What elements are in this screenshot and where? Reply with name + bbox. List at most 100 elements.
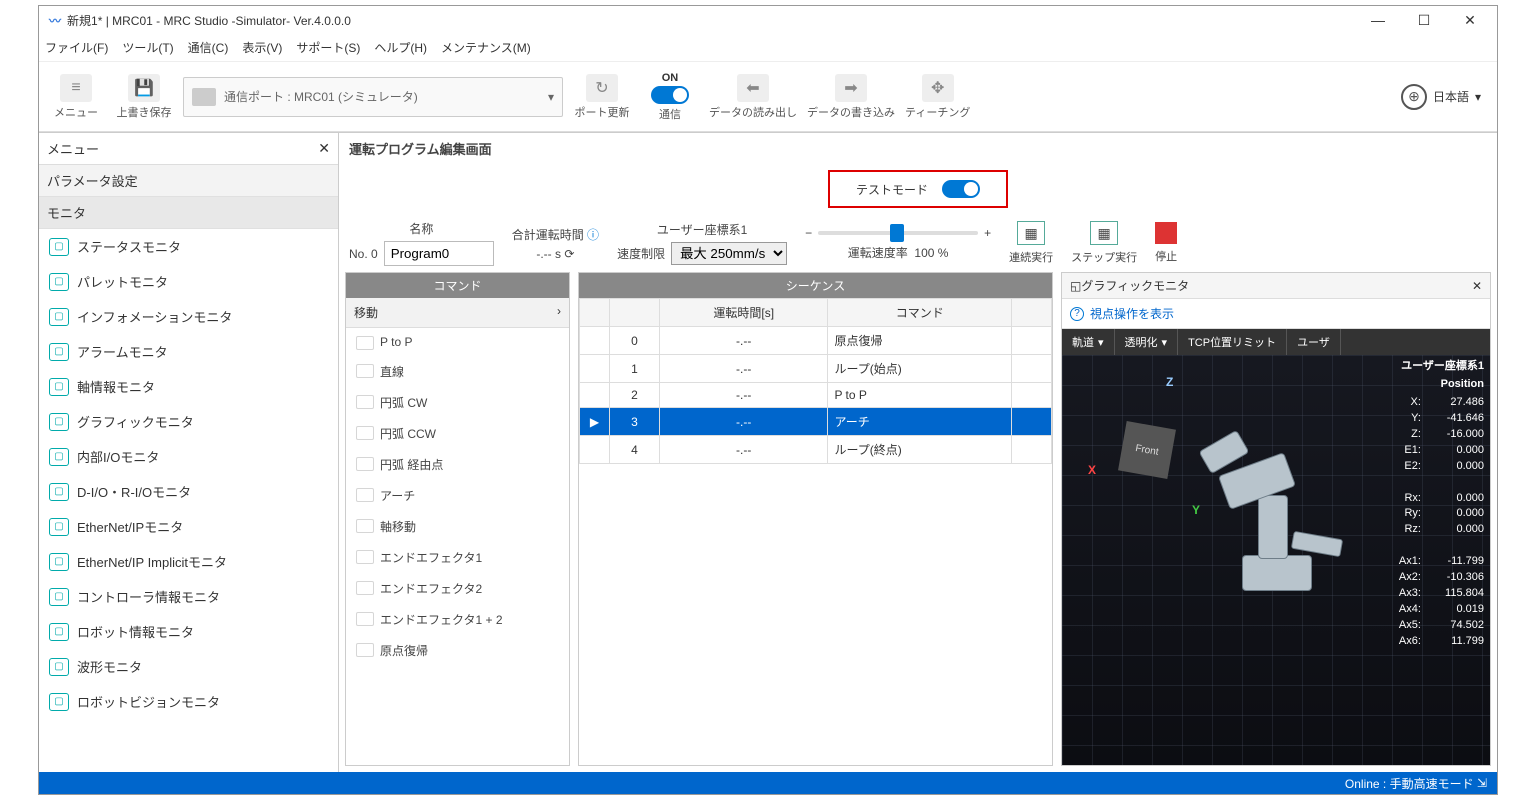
gfx-tab-0[interactable]: 軌道 ▾ bbox=[1062, 329, 1115, 355]
sidebar-param[interactable]: パラメータ設定 bbox=[39, 165, 338, 197]
command-item-2[interactable]: 円弧 CW bbox=[346, 387, 569, 418]
port-selector[interactable]: 通信ポート : MRC01 (シミュレータ) ▾ bbox=[183, 77, 563, 117]
sequence-panel: シーケンス 運転時間[s]コマンド 0-.--原点復帰1-.--ループ(始点)2… bbox=[578, 272, 1053, 766]
col-cmd: コマンド bbox=[828, 299, 1012, 327]
viewpoint-help[interactable]: ?視点操作を表示 bbox=[1062, 299, 1490, 329]
graphic-panel: ◱ グラフィックモニタ ✕ ?視点操作を表示 軌道 ▾透明化 ▾TCP位置リミッ… bbox=[1061, 272, 1491, 766]
test-mode-box: テストモード bbox=[828, 170, 1008, 208]
stop-button[interactable]: 停止 bbox=[1155, 222, 1177, 264]
sidebar-item-1[interactable]: ▢パレットモニタ bbox=[39, 264, 338, 299]
speed-limit-select[interactable]: 最大 250mm/s bbox=[671, 242, 787, 265]
sidebar-item-12[interactable]: ▢波形モニタ bbox=[39, 649, 338, 684]
menu-tool[interactable]: ツール(T) bbox=[122, 39, 173, 56]
menu-help[interactable]: ヘルプ(H) bbox=[374, 39, 427, 56]
sidebar-item-3[interactable]: ▢アラームモニタ bbox=[39, 334, 338, 369]
maximize-button[interactable]: ☐ bbox=[1401, 6, 1447, 34]
slider-plus[interactable]: + bbox=[984, 226, 991, 240]
language-selector[interactable]: ⊕ 日本語▾ bbox=[1401, 84, 1481, 110]
menu-file[interactable]: ファイル(F) bbox=[45, 39, 108, 56]
step-run-button[interactable]: ▦ステップ実行 bbox=[1071, 221, 1137, 265]
save-button[interactable]: 💾上書き保存 bbox=[115, 74, 173, 120]
sidebar-item-0[interactable]: ▢ステータスモニタ bbox=[39, 229, 338, 264]
speed-limit-label: 速度制限 bbox=[617, 245, 665, 262]
sidebar-item-8[interactable]: ▢EtherNet/IPモニタ bbox=[39, 509, 338, 544]
sidebar-monitor[interactable]: モニタ bbox=[39, 197, 338, 229]
menu-view[interactable]: 表示(V) bbox=[242, 39, 282, 56]
command-item-10[interactable]: 原点復帰 bbox=[346, 635, 569, 666]
viewport-3d[interactable]: Front X Y Z ユーザー座標系1 P bbox=[1062, 355, 1490, 765]
menu-comm[interactable]: 通信(C) bbox=[188, 39, 229, 56]
menu-button[interactable]: ≡メニュー bbox=[47, 74, 105, 120]
titlebar: 〰 新規1* | MRC01 - MRC Studio -Simulator- … bbox=[39, 6, 1497, 34]
grid-icon: ▦ bbox=[1017, 221, 1045, 245]
test-mode-label: テストモード bbox=[856, 181, 928, 198]
menubar: ファイル(F) ツール(T) 通信(C) 表示(V) サポート(S) ヘルプ(H… bbox=[39, 34, 1497, 62]
coord-label: ユーザー座標系1 bbox=[657, 221, 747, 238]
gfx-tab-3[interactable]: ユーザ bbox=[1287, 329, 1341, 355]
teaching-button[interactable]: ✥ティーチング bbox=[905, 74, 970, 120]
sidebar-item-13[interactable]: ▢ロボットビジョンモニタ bbox=[39, 684, 338, 719]
monitor-icon: ▢ bbox=[49, 588, 69, 606]
program-name-input[interactable] bbox=[384, 241, 494, 266]
slider-minus[interactable]: − bbox=[805, 226, 812, 240]
command-item-9[interactable]: エンドエフェクタ1 + 2 bbox=[346, 604, 569, 635]
command-item-1[interactable]: 直線 bbox=[346, 356, 569, 387]
command-item-0[interactable]: P to P bbox=[346, 328, 569, 356]
command-item-3[interactable]: 円弧 CCW bbox=[346, 418, 569, 449]
app-icon: 〰 bbox=[49, 12, 61, 29]
monitor-icon: ▢ bbox=[49, 343, 69, 361]
continuous-run-button[interactable]: ▦連続実行 bbox=[1009, 221, 1053, 265]
config-row: 名称 No. 0 合計運転時間 ⓘ -.-- s ⟳ ユーザー座標系1 速度制限… bbox=[339, 214, 1497, 272]
port-update-button[interactable]: ↻ポート更新 bbox=[573, 74, 631, 120]
sidebar-close-icon[interactable]: ✕ bbox=[318, 140, 330, 157]
command-item-4[interactable]: 円弧 経由点 bbox=[346, 449, 569, 480]
sidebar-item-11[interactable]: ▢ロボット情報モニタ bbox=[39, 614, 338, 649]
monitor-icon: ▢ bbox=[49, 483, 69, 501]
test-mode-toggle[interactable] bbox=[942, 180, 980, 198]
command-item-5[interactable]: アーチ bbox=[346, 480, 569, 511]
speed-rate-slider[interactable] bbox=[818, 231, 978, 235]
sidebar-item-6[interactable]: ▢内部I/Oモニタ bbox=[39, 439, 338, 474]
speed-rate-value: 100 % bbox=[914, 246, 948, 260]
sequence-row[interactable]: ▶3-.--アーチ bbox=[580, 408, 1052, 436]
sidebar-item-4[interactable]: ▢軸情報モニタ bbox=[39, 369, 338, 404]
monitor-icon: ▢ bbox=[49, 413, 69, 431]
sidebar-item-7[interactable]: ▢D-I/O・R-I/Oモニタ bbox=[39, 474, 338, 509]
toolbar: ≡メニュー 💾上書き保存 通信ポート : MRC01 (シミュレータ) ▾ ↻ポ… bbox=[39, 62, 1497, 132]
command-item-7[interactable]: エンドエフェクタ1 bbox=[346, 542, 569, 573]
menu-maint[interactable]: メンテナンス(M) bbox=[441, 39, 531, 56]
sequence-row[interactable]: 4-.--ループ(終点) bbox=[580, 436, 1052, 464]
command-category-move[interactable]: 移動› bbox=[346, 298, 569, 328]
save-icon: 💾 bbox=[128, 74, 160, 102]
menu-support[interactable]: サポート(S) bbox=[296, 39, 360, 56]
comm-toggle[interactable]: ON 通信 bbox=[641, 72, 699, 122]
monitor-icon: ▢ bbox=[49, 273, 69, 291]
sidebar-item-2[interactable]: ▢インフォメーションモニタ bbox=[39, 299, 338, 334]
minimize-button[interactable]: — bbox=[1355, 6, 1401, 34]
sidebar-item-5[interactable]: ▢グラフィックモニタ bbox=[39, 404, 338, 439]
data-write-button[interactable]: ➡データの書き込み bbox=[807, 74, 895, 120]
monitor-icon: ▢ bbox=[49, 553, 69, 571]
total-time-value: -.-- s bbox=[536, 247, 561, 261]
monitor-icon: ▢ bbox=[49, 693, 69, 711]
sidebar-item-10[interactable]: ▢コントローラ情報モニタ bbox=[39, 579, 338, 614]
command-item-8[interactable]: エンドエフェクタ2 bbox=[346, 573, 569, 604]
command-item-6[interactable]: 軸移動 bbox=[346, 511, 569, 542]
write-icon: ➡ bbox=[835, 74, 867, 102]
view-cube[interactable]: Front bbox=[1118, 421, 1176, 479]
close-button[interactable]: ✕ bbox=[1447, 6, 1493, 34]
gfx-tab-1[interactable]: 透明化 ▾ bbox=[1115, 329, 1179, 355]
sidebar-item-9[interactable]: ▢EtherNet/IP Implicitモニタ bbox=[39, 544, 338, 579]
sidebar: メニュー ✕ パラメータ設定 モニタ ▢ステータスモニタ▢パレットモニタ▢インフ… bbox=[39, 133, 339, 772]
data-read-button[interactable]: ⬅データの読み出し bbox=[709, 74, 797, 120]
sequence-row[interactable]: 0-.--原点復帰 bbox=[580, 327, 1052, 355]
gfx-tab-2[interactable]: TCP位置リミット bbox=[1178, 329, 1287, 355]
graphic-close-icon[interactable]: ✕ bbox=[1472, 279, 1482, 293]
sequence-row[interactable]: 1-.--ループ(始点) bbox=[580, 355, 1052, 383]
name-label: 名称 bbox=[409, 220, 433, 237]
sequence-panel-title: シーケンス bbox=[579, 273, 1052, 298]
monitor-icon: ▢ bbox=[49, 448, 69, 466]
teach-icon: ✥ bbox=[922, 74, 954, 102]
globe-icon: ⊕ bbox=[1401, 84, 1427, 110]
sequence-row[interactable]: 2-.--P to P bbox=[580, 383, 1052, 408]
